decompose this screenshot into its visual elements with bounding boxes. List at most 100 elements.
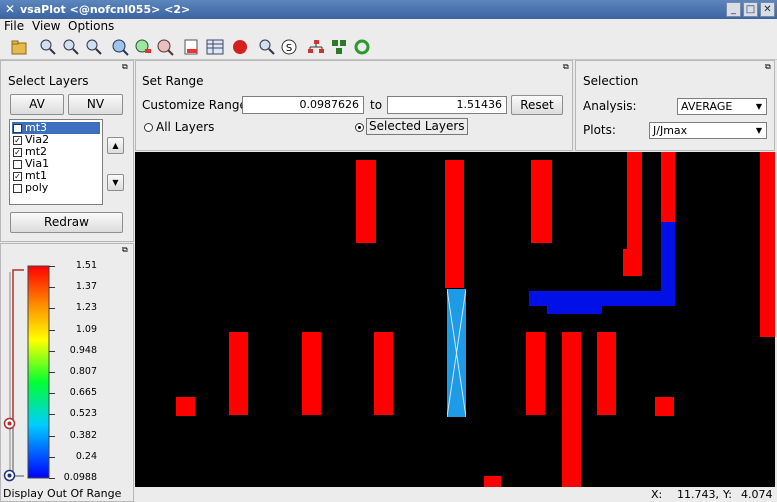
layout-shape[interactable]	[531, 160, 552, 243]
x-coord-value: 11.743,	[677, 488, 719, 501]
layout-shape[interactable]	[529, 291, 675, 306]
layer-item-poly[interactable]: poly	[12, 182, 100, 194]
layout-shape[interactable]	[176, 397, 195, 416]
table-icon[interactable]	[205, 37, 225, 57]
analysis-value: AVERAGE	[681, 100, 733, 113]
layout-shape[interactable]	[229, 332, 248, 415]
all-layers-radio[interactable]	[144, 123, 153, 132]
set-range-panel: ⧉ Set Range Customize Range 0.0987626 to…	[135, 60, 573, 151]
redraw-button[interactable]: Redraw	[10, 212, 123, 233]
range-max-input[interactable]: 1.51436	[387, 96, 507, 114]
layer-view-icon[interactable]	[133, 37, 153, 57]
menu-file[interactable]: File	[4, 19, 24, 33]
via-shape[interactable]	[447, 289, 466, 417]
display-out-of-range-label[interactable]: Display Out Of Range	[3, 487, 121, 500]
move-up-button[interactable]: ▲	[107, 137, 124, 154]
analysis-select[interactable]: AVERAGE ▼	[677, 98, 767, 115]
layer-checkbox[interactable]: ✓	[13, 148, 22, 157]
layout-shape[interactable]	[661, 222, 675, 292]
legend-tick-label: 0.948	[69, 344, 97, 356]
legend-tick-mark	[49, 435, 55, 437]
layer-checkbox[interactable]: ✓	[13, 136, 22, 145]
menu-view[interactable]: View	[32, 19, 60, 33]
zoom-in-icon[interactable]	[61, 37, 81, 57]
layout-shape[interactable]	[547, 306, 602, 314]
menu-bar: File View Options	[0, 19, 777, 34]
layout-shape[interactable]	[627, 152, 642, 249]
layer-checkbox[interactable]: ✓	[13, 124, 22, 133]
av-button[interactable]: AV	[10, 94, 64, 115]
layer-checkbox[interactable]	[13, 184, 22, 193]
layout-shape[interactable]	[374, 332, 393, 415]
layout-shape[interactable]	[623, 249, 642, 276]
legend-tick-mark	[49, 350, 55, 352]
refresh-icon[interactable]: S	[279, 37, 299, 57]
layout-shape[interactable]	[760, 152, 775, 337]
select-layers-panel: ⧉ Select Layers AV NV ✓ mt3 ✓ Via2 ✓ mt2…	[0, 60, 134, 242]
arrow-up-icon: ▲	[112, 141, 119, 150]
zoom-out-icon[interactable]	[84, 37, 104, 57]
range-min-input[interactable]: 0.0987626	[242, 96, 364, 114]
layout-shape[interactable]	[356, 160, 376, 243]
plots-select[interactable]: J/Jmax ▼	[649, 122, 767, 139]
layer-checkbox[interactable]	[13, 160, 22, 169]
dock-icon[interactable]: ⧉	[765, 63, 773, 71]
arrow-down-icon: ▼	[112, 178, 119, 187]
move-down-button[interactable]: ▼	[107, 174, 124, 191]
dock-icon[interactable]: ⧉	[563, 63, 571, 71]
range-min-handle[interactable]	[3, 469, 16, 482]
x-coord-label: X:	[651, 488, 663, 501]
legend-tick-mark	[49, 287, 55, 289]
layout-shape[interactable]	[597, 332, 616, 415]
legend-tick-mark	[49, 414, 55, 416]
chevron-down-icon: ▼	[755, 102, 763, 111]
group-icon[interactable]	[329, 37, 349, 57]
dock-icon[interactable]: ⧉	[122, 63, 130, 71]
legend-tick-mark	[49, 456, 55, 458]
legend-tick-label: 0.382	[69, 429, 97, 441]
open-folder-icon[interactable]	[10, 37, 30, 57]
fit-view-icon[interactable]	[110, 37, 130, 57]
layout-shape[interactable]	[302, 332, 321, 415]
y-coord-label: Y:	[723, 488, 732, 501]
plots-value: J/Jmax	[653, 124, 688, 137]
layer-checkbox[interactable]: ✓	[13, 172, 22, 181]
nv-button[interactable]: NV	[68, 94, 123, 115]
plots-label: Plots:	[583, 123, 616, 137]
reset-button[interactable]: Reset	[511, 95, 563, 115]
vsaplot-window: ✕ vsaPlot <@nofcnl055> <2> _ □ ✕ File Vi…	[0, 0, 777, 502]
legend-tick-label: 0.523	[69, 408, 97, 420]
selected-layers-label[interactable]: Selected Layers	[366, 118, 468, 135]
legend-tick-label: 1.09	[75, 323, 97, 335]
customize-range-label: Customize Range	[142, 98, 247, 112]
layout-plot-canvas[interactable]	[135, 152, 775, 487]
status-bar: X: 11.743, Y: 4.074	[135, 487, 777, 502]
report-icon[interactable]	[182, 37, 202, 57]
menu-options[interactable]: Options	[68, 19, 114, 33]
layout-shape[interactable]	[655, 397, 674, 416]
layout-shape[interactable]	[526, 332, 545, 415]
zoom-icon[interactable]	[38, 37, 58, 57]
layout-shape[interactable]	[445, 160, 464, 288]
legend-tick-label: 0.24	[75, 450, 97, 462]
selected-layers-radio[interactable]	[355, 123, 364, 132]
stop-icon[interactable]	[230, 37, 250, 57]
hierarchy-icon[interactable]	[306, 37, 326, 57]
all-layers-label[interactable]: All Layers	[156, 120, 214, 134]
legend-tick-label: 1.37	[75, 281, 97, 293]
layer-list[interactable]: ✓ mt3 ✓ Via2 ✓ mt2 Via1 ✓ mt1 poly	[9, 119, 103, 205]
close-button[interactable]: ✕	[760, 2, 775, 17]
layout-shape[interactable]	[661, 152, 675, 222]
legend-tick-label: 1.23	[75, 302, 97, 314]
legend-tick-mark	[49, 308, 55, 310]
recycle-icon[interactable]	[352, 37, 372, 57]
minimize-button[interactable]: _	[726, 2, 741, 17]
layout-shape[interactable]	[562, 332, 581, 487]
range-max-handle[interactable]	[3, 417, 16, 430]
search-icon[interactable]	[257, 37, 277, 57]
zoom-select-icon[interactable]	[155, 37, 175, 57]
layout-shape[interactable]	[484, 476, 501, 487]
set-range-title: Set Range	[142, 74, 204, 88]
maximize-button[interactable]: □	[743, 2, 758, 17]
legend-tick-label: 0.665	[69, 387, 97, 399]
